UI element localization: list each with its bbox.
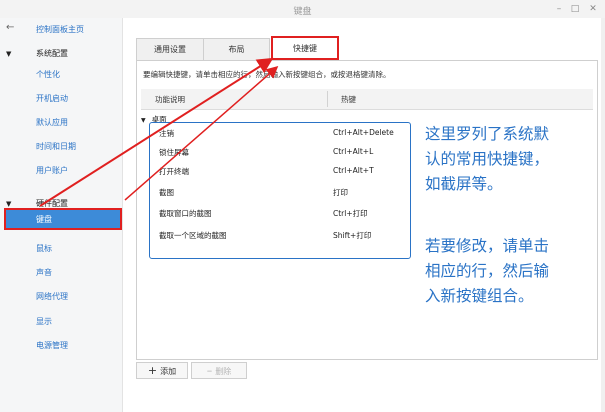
sidebar-group-system[interactable]: ▼ 系统配置 (6, 48, 68, 59)
sidebar-item-proxy[interactable]: 网络代理 (36, 291, 68, 302)
sidebar-item-default-apps[interactable]: 默认应用 (36, 117, 68, 128)
annotation-line: 相应的行，然后输 (425, 262, 550, 280)
expand-triangle-icon: ▼ (141, 117, 146, 124)
title-bar: 键盘 – □ ✕ (0, 0, 605, 19)
table-row-action[interactable]: 截取一个区域的截图 (159, 230, 227, 241)
table-row-action[interactable]: 注销 (159, 128, 174, 139)
back-arrow-icon[interactable]: ← (6, 22, 14, 33)
tab-general[interactable]: 通用设置 (136, 38, 204, 60)
sidebar-item-home[interactable]: 控制面板主页 (36, 24, 84, 35)
minus-icon: – (206, 364, 213, 377)
table-row-action[interactable]: 截取窗口的截图 (159, 208, 212, 219)
sidebar-item-display[interactable]: 显示 (36, 316, 52, 327)
minimize-icon[interactable]: – (553, 3, 565, 15)
sidebar-item-users[interactable]: 用户账户 (36, 165, 68, 176)
table-header: 功能说明 热键 (141, 89, 593, 110)
column-divider (327, 91, 328, 107)
sidebar-item-keyboard[interactable]: 键盘 (4, 208, 122, 230)
table-row-key[interactable]: Ctrl+Alt+T (333, 166, 374, 175)
sidebar-item-datetime[interactable]: 时间和日期 (36, 141, 76, 152)
collapse-triangle-icon: ▼ (6, 50, 12, 58)
shortcuts-hint: 要编辑快捷键，请单击相应的行，然后输入新按键组合，或按退格键清除。 (143, 70, 391, 79)
collapse-triangle-icon: ▼ (6, 200, 12, 208)
annotation-line: 若要修改，请单击 (425, 237, 550, 255)
annotation-line: 入新按键组合。 (425, 287, 534, 305)
close-icon[interactable]: ✕ (587, 3, 599, 15)
sidebar-item-startup[interactable]: 开机启动 (36, 93, 68, 104)
tab-layout[interactable]: 布局 (203, 38, 270, 60)
table-row-key[interactable]: Shift+打印 (333, 230, 371, 241)
sidebar-item-personalize[interactable]: 个性化 (36, 69, 60, 80)
plus-icon: + (147, 364, 158, 377)
table-row-action[interactable]: 打开终端 (159, 166, 189, 177)
table-row-key[interactable]: Ctrl+Alt+Delete (333, 128, 394, 137)
window-title: 键盘 (293, 7, 312, 17)
add-button[interactable]: + 添加 (136, 362, 188, 379)
tab-shortcuts[interactable]: 快捷键 (271, 36, 339, 60)
scrollbar[interactable] (601, 18, 605, 412)
table-row-key[interactable]: Ctrl+打印 (333, 208, 368, 219)
table-row-action[interactable]: 锁住屏幕 (159, 147, 189, 158)
maximize-icon[interactable]: □ (569, 3, 581, 15)
shortcuts-panel: 要编辑快捷键，请单击相应的行，然后输入新按键组合，或按退格键清除。 功能说明 热… (136, 60, 598, 360)
column-header-action[interactable]: 功能说明 (155, 94, 185, 105)
remove-button[interactable]: – 删除 (191, 362, 247, 379)
main-content: 通用设置 布局 快捷键 要编辑快捷键，请单击相应的行，然后输入新按键组合，或按退… (123, 18, 605, 412)
column-header-key[interactable]: 热键 (341, 94, 356, 105)
sidebar: ← 控制面板主页 ▼ 系统配置 个性化 开机启动 默认应用 时间和日期 用户账户 … (0, 18, 123, 412)
sidebar-item-mouse[interactable]: 鼠标 (36, 243, 52, 254)
annotation-line: 如截屏等。 (425, 175, 503, 193)
table-row-action[interactable]: 截图 (159, 187, 174, 198)
sidebar-item-sound[interactable]: 声音 (36, 267, 52, 278)
annotation-line: 这里罗列了系统默 (425, 125, 550, 143)
table-row-key[interactable]: 打印 (333, 187, 348, 198)
sidebar-item-power[interactable]: 电源管理 (36, 340, 68, 351)
annotation-line: 认的常用快捷键， (425, 150, 550, 168)
table-row-key[interactable]: Ctrl+Alt+L (333, 147, 373, 156)
